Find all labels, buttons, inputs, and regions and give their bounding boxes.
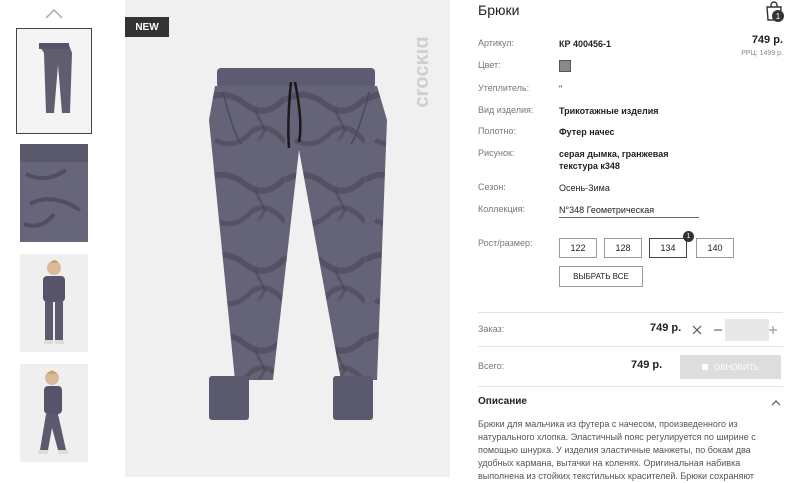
attr-label: Рисунок: bbox=[478, 148, 515, 158]
attr-label: Цвет: bbox=[478, 60, 501, 70]
thumbnail-list bbox=[0, 0, 110, 477]
attr-value: серая дымка, гранжевая текстура к348 bbox=[559, 149, 669, 171]
divider bbox=[478, 346, 783, 347]
thumbnail-model-side[interactable] bbox=[20, 364, 88, 462]
update-icon bbox=[702, 364, 709, 370]
close-icon[interactable] bbox=[692, 325, 702, 335]
plus-icon[interactable] bbox=[768, 325, 778, 335]
attr-label: Вид изделия: bbox=[478, 105, 534, 115]
size-count-badge: 1 bbox=[683, 231, 694, 242]
pants-illustration bbox=[209, 68, 387, 420]
product-details: Брюки 1 749 р. РРЦ: 1499 р. Артикул: КР … bbox=[478, 0, 784, 481]
recommended-price: РРЦ: 1499 р. bbox=[741, 50, 783, 57]
order-price: 749 р. bbox=[650, 322, 682, 334]
minus-icon[interactable] bbox=[713, 325, 723, 335]
attr-value: КР 400456-1 bbox=[559, 39, 612, 49]
attr-value bbox=[559, 60, 699, 72]
new-badge: NEW bbox=[125, 17, 169, 37]
size-option-140[interactable]: 140 bbox=[696, 238, 734, 258]
product-main-image[interactable]: NEW crockid bbox=[125, 0, 450, 477]
order-label: Заказ: bbox=[478, 324, 505, 334]
attr-label: Коллекция: bbox=[478, 204, 526, 214]
size-label: Рост/размер: bbox=[478, 238, 533, 248]
chevron-up-icon[interactable] bbox=[44, 8, 64, 20]
brand-logo-text: crockid bbox=[417, 36, 433, 107]
attr-value: Трикотажные изделия bbox=[559, 106, 659, 116]
attr-label: Артикул: bbox=[478, 38, 515, 48]
size-option-122[interactable]: 122 bbox=[559, 238, 597, 258]
description-title[interactable]: Описание bbox=[478, 396, 527, 407]
size-option-128[interactable]: 128 bbox=[604, 238, 642, 258]
attr-label: Полотно: bbox=[478, 126, 517, 136]
cart-count-badge: 1 bbox=[772, 10, 784, 22]
total-label: Всего: bbox=[478, 361, 505, 371]
collection-link[interactable]: N°348 Геометрическая bbox=[559, 204, 699, 218]
update-button-label: ОБНОВИТЬ bbox=[714, 362, 759, 372]
thumbnail-fabric-detail[interactable] bbox=[20, 144, 88, 242]
attr-label: Сезон: bbox=[478, 182, 506, 192]
quantity-input[interactable] bbox=[725, 319, 769, 341]
size-option-134[interactable]: 134 bbox=[649, 238, 687, 258]
description-text: Брюки для мальчика из футера с начесом, … bbox=[478, 419, 756, 481]
product-price: 749 р. bbox=[751, 34, 783, 46]
total-price: 749 р. bbox=[631, 359, 663, 371]
product-title: Брюки bbox=[478, 2, 520, 18]
divider bbox=[478, 312, 783, 313]
attr-value: " bbox=[559, 84, 563, 94]
update-button[interactable]: ОБНОВИТЬ bbox=[680, 355, 781, 379]
select-all-button[interactable]: ВЫБРАТЬ ВСЕ bbox=[559, 266, 643, 287]
brand-logo: crockid bbox=[417, 36, 433, 107]
color-swatch[interactable] bbox=[559, 60, 571, 72]
chevron-up-icon[interactable] bbox=[771, 398, 781, 408]
thumbnail-model-front[interactable] bbox=[20, 254, 88, 352]
thumbnail-pants-front[interactable] bbox=[16, 28, 92, 134]
attr-label: Утеплитель: bbox=[478, 83, 530, 93]
divider bbox=[478, 386, 783, 387]
attr-value: Футер начес bbox=[559, 127, 615, 137]
attr-value: Осень-Зима bbox=[559, 183, 610, 193]
